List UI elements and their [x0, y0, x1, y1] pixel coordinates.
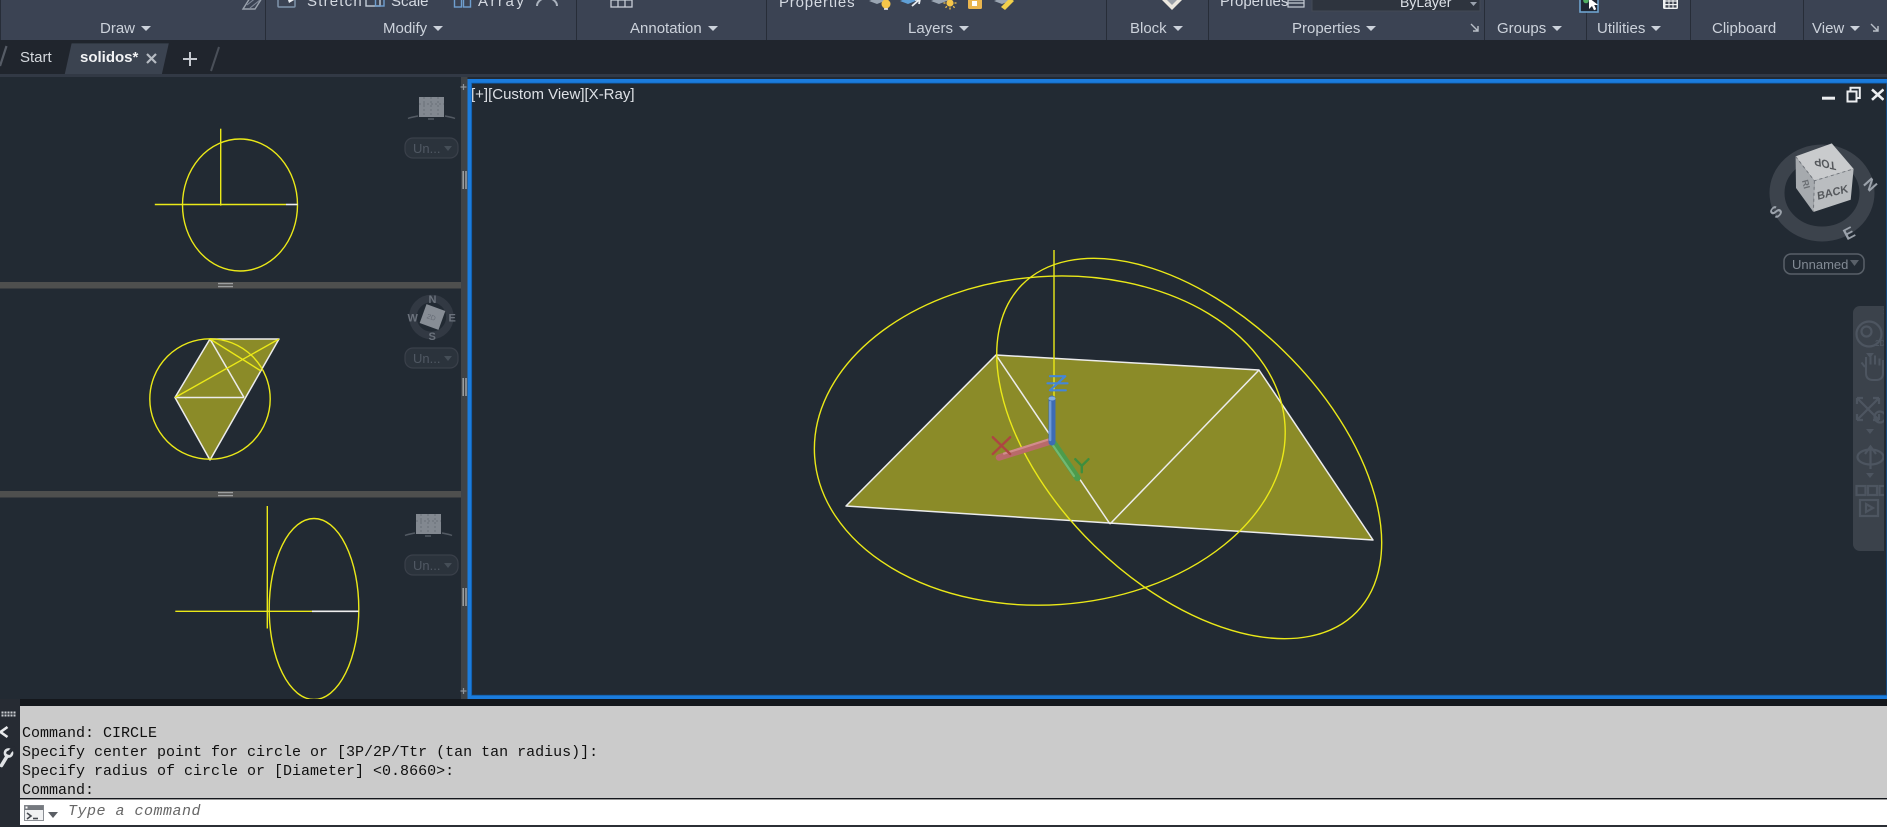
- svg-text:W: W: [408, 313, 419, 325]
- svg-text:Un...: Un...: [413, 558, 440, 573]
- svg-text:Un...: Un...: [413, 141, 440, 156]
- svg-text:Un...: Un...: [413, 351, 440, 366]
- svg-text:E: E: [449, 313, 456, 325]
- svg-text:Array: Array: [478, 0, 526, 10]
- svg-text:Unnamed: Unnamed: [1792, 257, 1848, 272]
- svg-text:S: S: [429, 331, 436, 343]
- svg-text:Properties: Properties: [1220, 0, 1288, 10]
- svg-text:N: N: [429, 294, 437, 306]
- svg-text:[+][Custom View][X-Ray]: [+][Custom View][X-Ray]: [471, 86, 635, 103]
- svg-text:Properties: Properties: [779, 0, 855, 11]
- svg-text:2D: 2D: [1875, 339, 1885, 348]
- svg-text:ByLayer: ByLayer: [1400, 0, 1452, 10]
- svg-text:Scale: Scale: [391, 0, 429, 10]
- svg-text:Stretch: Stretch: [307, 0, 363, 10]
